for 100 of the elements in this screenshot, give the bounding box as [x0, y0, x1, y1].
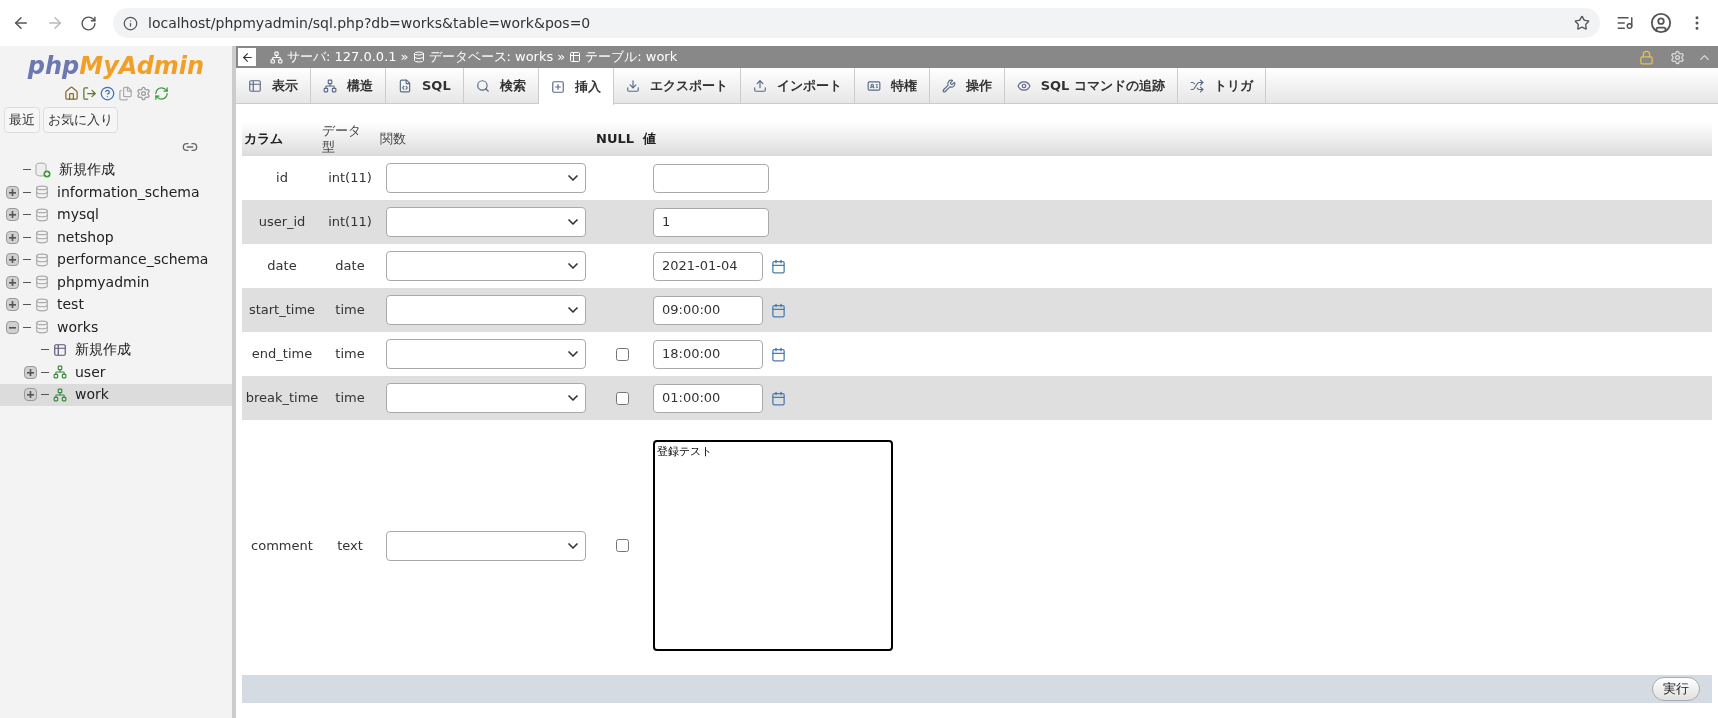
calendar-icon[interactable] — [771, 390, 786, 406]
tree-item[interactable]: user — [0, 361, 232, 384]
function-select[interactable] — [386, 163, 586, 193]
tab[interactable]: 特権 — [854, 68, 930, 103]
value-field[interactable] — [653, 163, 769, 193]
function-select[interactable] — [386, 383, 586, 413]
tree-item[interactable]: mysql — [0, 203, 232, 226]
tree-item-label: user — [75, 362, 106, 382]
value-field[interactable]: 2021-01-04 — [653, 251, 763, 281]
null-checkbox[interactable] — [616, 391, 629, 405]
value-field[interactable]: 09:00:00 — [653, 295, 763, 325]
collapse-icon[interactable] — [6, 320, 19, 334]
tab[interactable]: 挿入 — [538, 68, 614, 105]
column-name: date — [266, 257, 298, 276]
help-icon[interactable] — [99, 86, 115, 101]
calendar-icon[interactable] — [771, 346, 786, 362]
tree-item[interactable]: 新規作成 — [0, 338, 232, 361]
column-name: break_time — [244, 389, 320, 408]
new-table-icon — [53, 342, 67, 357]
url-text: localhost/phpmyadmin/sql.php?db=works&table=work&pos=0 — [148, 13, 592, 33]
tree-item[interactable]: 新規作成 — [0, 158, 232, 181]
address-bar[interactable]: localhost/phpmyadmin/sql.php?db=works&table=work&pos=0 — [113, 8, 1600, 38]
settings-icon[interactable] — [135, 86, 151, 101]
table-structure-icon — [53, 387, 67, 402]
tab[interactable]: SQL コマンドの追跡 — [1004, 68, 1178, 103]
account-icon[interactable] — [1650, 12, 1672, 34]
tree-item[interactable]: phpmyadmin — [0, 271, 232, 294]
column-name: id — [275, 169, 289, 188]
tree-item[interactable]: test — [0, 293, 232, 316]
sidebar-button[interactable]: 最近 — [4, 107, 40, 133]
value-textarea[interactable]: 登録テスト — [653, 440, 893, 651]
back-icon[interactable] — [12, 14, 30, 32]
tab[interactable]: 操作 — [929, 68, 1005, 103]
reload-icon[interactable] — [153, 86, 169, 101]
breadcrumb-link[interactable]: サーバ: 127.0.0.1 — [287, 47, 397, 67]
value-field[interactable]: 1 — [653, 207, 769, 237]
expand-icon[interactable] — [6, 275, 19, 289]
submit-button[interactable]: 実行 — [1652, 677, 1700, 701]
column-header: 関数 — [379, 130, 407, 149]
value-field[interactable]: 01:00:00 — [653, 383, 763, 413]
tree-item-label: work — [75, 385, 109, 405]
tree-item[interactable]: works — [0, 316, 232, 339]
function-select[interactable] — [386, 207, 586, 237]
playlist-icon[interactable] — [1616, 14, 1634, 32]
column-name: end_time — [250, 345, 314, 364]
expand-icon[interactable] — [6, 185, 19, 199]
data-type: time — [334, 301, 366, 320]
wrench-icon — [941, 78, 956, 93]
data-type: text — [336, 536, 364, 555]
import-icon — [752, 78, 767, 93]
tree-item-label: test — [57, 295, 84, 315]
null-checkbox[interactable] — [616, 539, 629, 552]
tree-item-label: information_schema — [57, 182, 200, 202]
search-icon — [475, 78, 490, 93]
tab[interactable]: トリガ — [1177, 68, 1266, 103]
tree-item[interactable]: performance_schema — [0, 248, 232, 271]
column-name: user_id — [257, 213, 307, 232]
calendar-icon[interactable] — [771, 258, 786, 274]
reload-icon[interactable] — [80, 14, 97, 32]
tree-item[interactable]: netshop — [0, 226, 232, 249]
tab[interactable]: 表示 — [236, 68, 311, 103]
null-checkbox[interactable] — [616, 347, 629, 361]
breadcrumb-link[interactable]: データベース: works — [428, 47, 554, 67]
tab[interactable]: 構造 — [311, 68, 386, 103]
tab[interactable]: インポート — [740, 68, 855, 103]
exit-icon[interactable] — [81, 86, 97, 101]
expand-icon[interactable] — [24, 388, 37, 402]
column-header: カラム — [243, 130, 284, 149]
logo: phpMyAdmin — [26, 51, 206, 82]
expand-icon[interactable] — [6, 230, 19, 244]
home-icon[interactable] — [63, 86, 79, 101]
function-select[interactable] — [386, 339, 586, 369]
star-icon[interactable] — [1574, 15, 1590, 31]
tree-item[interactable]: work — [0, 383, 232, 406]
calendar-icon[interactable] — [771, 302, 786, 318]
expand-icon[interactable] — [6, 208, 19, 222]
info-icon — [123, 15, 138, 31]
database-icon — [35, 275, 49, 290]
tab[interactable]: エクスポート — [613, 68, 741, 103]
function-select[interactable] — [386, 295, 586, 325]
function-select[interactable] — [386, 251, 586, 281]
table-structure-icon — [53, 365, 67, 380]
expand-icon[interactable] — [6, 298, 19, 312]
database-icon — [35, 207, 49, 222]
tab[interactable]: SQL — [386, 68, 464, 103]
expand-icon[interactable] — [24, 365, 37, 379]
expand-icon[interactable] — [6, 253, 19, 267]
breadcrumb-link[interactable]: テーブル: work — [585, 47, 678, 67]
database-icon — [35, 230, 49, 245]
eye-icon — [1016, 78, 1031, 93]
tree-item-label: netshop — [57, 227, 114, 247]
database-icon — [35, 185, 49, 200]
sidebar-button[interactable]: お気に入り — [43, 107, 118, 133]
card-icon — [866, 78, 881, 93]
tab[interactable]: 検索 — [463, 68, 539, 103]
tree-item-label: 新規作成 — [59, 160, 115, 180]
data-type: int(11) — [327, 213, 373, 232]
function-select[interactable] — [386, 530, 586, 561]
tree-item[interactable]: information_schema — [0, 181, 232, 204]
value-field[interactable]: 18:00:00 — [653, 339, 763, 369]
